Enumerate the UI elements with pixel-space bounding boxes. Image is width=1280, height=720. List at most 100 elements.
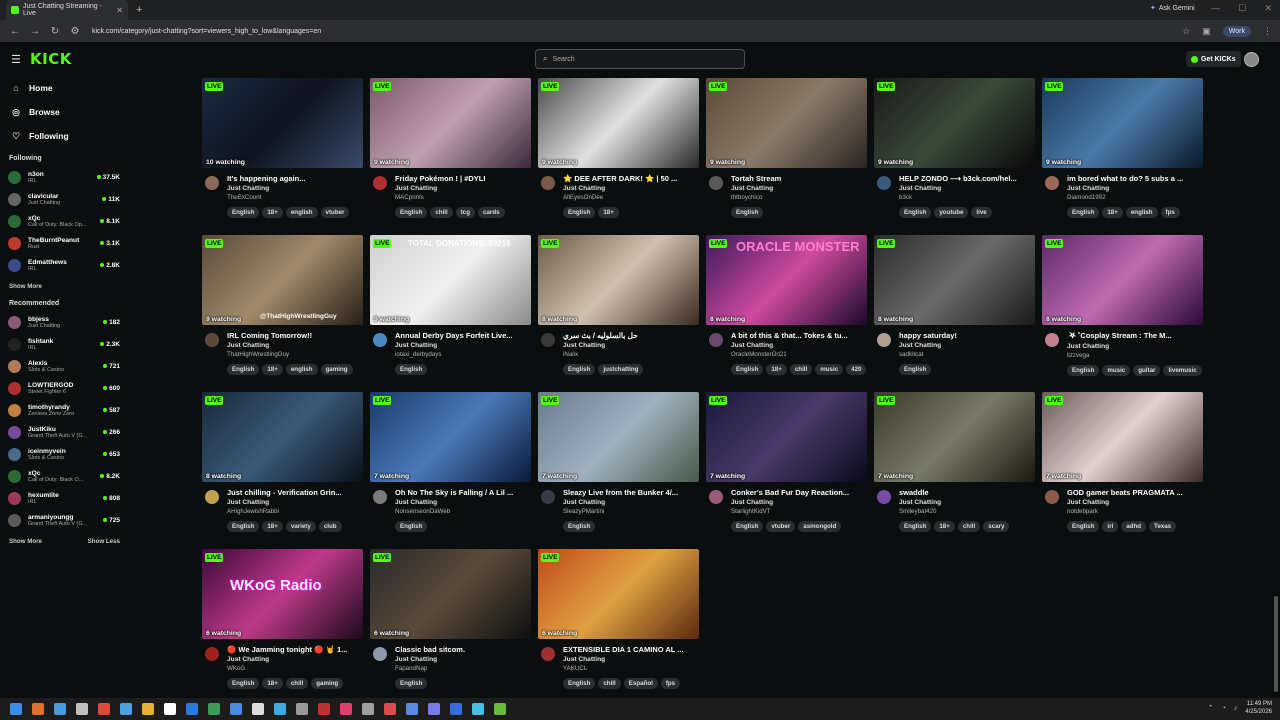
stream-category[interactable]: Just Chatting — [899, 185, 1035, 192]
streamer-avatar[interactable] — [205, 647, 219, 661]
tag-chip[interactable]: music — [1102, 365, 1131, 376]
taskbar-app-icon[interactable] — [98, 703, 110, 715]
stream-category[interactable]: Just Chatting — [395, 499, 531, 506]
tag-chip[interactable]: 18+ — [262, 207, 283, 218]
tag-chip[interactable]: english — [285, 364, 318, 375]
stream-title[interactable]: swaddle — [899, 488, 1035, 497]
stream-card[interactable]: LIVE 6 watching Classic bad sitcom. Just Ch… — [370, 549, 531, 689]
stream-category[interactable]: Just Chatting — [395, 185, 531, 192]
streamer-name[interactable]: StarlightKidVT — [731, 508, 867, 515]
channel-item[interactable]: xQc Call of Duty: Black Op... 8.1K — [0, 210, 126, 232]
stream-category[interactable]: Just Chatting — [395, 656, 531, 663]
tag-chip[interactable]: youtube — [934, 207, 969, 218]
channel-item[interactable]: armaniyoungg Grand Theft Auto V (G... 725 — [0, 509, 126, 531]
streamer-avatar[interactable] — [1045, 176, 1059, 190]
stream-title[interactable]: HELP ZONDO ⟶ b3ck.com/hel... — [899, 174, 1035, 183]
taskbar-app-icon[interactable] — [318, 703, 330, 715]
streamer-name[interactable]: AHighJewishRabbi — [227, 508, 363, 515]
tag-chip[interactable]: English — [227, 364, 260, 375]
tag-chip[interactable]: cards — [478, 207, 505, 218]
stream-card[interactable]: LIVE 9 watching Tortah Stream Just Chatting… — [706, 78, 867, 218]
streamer-avatar[interactable] — [373, 176, 387, 190]
reload-icon[interactable]: ↻ — [50, 26, 60, 37]
sidebar-item-browse[interactable]: ◎ Browse — [11, 100, 126, 124]
tag-chip[interactable]: guitar — [1133, 365, 1161, 376]
tag-chip[interactable]: English — [1067, 365, 1100, 376]
forward-icon[interactable]: → — [30, 26, 40, 37]
streamer-name[interactable]: iotaxi_derbydays — [395, 351, 531, 358]
streamer-avatar[interactable] — [205, 333, 219, 347]
stream-title[interactable]: Annual Derby Days Forfeit Live... — [395, 331, 531, 340]
tag-chip[interactable]: 18+ — [262, 678, 283, 689]
stream-title[interactable]: GOD gamer beats PRAGMATA ... — [1067, 488, 1203, 497]
stream-thumbnail[interactable]: LIVE 8 watching — [202, 392, 363, 482]
tag-chip[interactable]: club — [318, 521, 342, 532]
streamer-avatar[interactable] — [709, 333, 723, 347]
stream-card[interactable]: LIVE 8 watching حل بالسلوليه / بث سري Just … — [538, 235, 699, 375]
taskbar-app-icon[interactable] — [120, 703, 132, 715]
tag-chip[interactable]: chill — [789, 364, 813, 375]
tag-chip[interactable]: asmongold — [798, 521, 842, 532]
tag-chip[interactable]: English — [731, 207, 764, 218]
streamer-name[interactable]: FapandNap — [395, 665, 531, 672]
browser-tab[interactable]: Just Chatting Streaming - Live ✕ — [6, 0, 128, 20]
show-less-button[interactable]: Show Less — [88, 538, 120, 545]
tag-chip[interactable]: 18+ — [934, 521, 955, 532]
tag-chip[interactable]: 18+ — [598, 207, 619, 218]
stream-title[interactable]: Oh No The Sky is Falling / A Lil ... — [395, 488, 531, 497]
taskbar-app-icon[interactable] — [362, 703, 374, 715]
streamer-avatar[interactable] — [373, 490, 387, 504]
streamer-name[interactable]: SleazyPMartini — [563, 508, 699, 515]
tag-chip[interactable]: fps — [1160, 207, 1180, 218]
maximize-icon[interactable]: ☐ — [1238, 3, 1246, 14]
taskbar-app-icon[interactable] — [296, 703, 308, 715]
clock[interactable]: 11:49 PM 4/25/2026 — [1245, 700, 1272, 716]
tag-chip[interactable]: live — [971, 207, 992, 218]
streamer-name[interactable]: notdebpark — [1067, 508, 1203, 515]
stream-thumbnail[interactable]: LIVE 7 watching — [370, 392, 531, 482]
streamer-name[interactable]: iNalix — [563, 351, 699, 358]
streamer-avatar[interactable] — [709, 176, 723, 190]
streamer-avatar[interactable] — [1045, 490, 1059, 504]
streamer-avatar[interactable] — [709, 490, 723, 504]
stream-title[interactable]: It's happening again... — [227, 174, 363, 183]
stream-thumbnail[interactable]: LIVE 7 watching — [706, 392, 867, 482]
stream-card[interactable]: LIVE 9 watching Friday Pokémon ! | #DYLI Ju… — [370, 78, 531, 218]
streamer-name[interactable]: OracleMonsterGrl21 — [731, 351, 867, 358]
tag-chip[interactable]: 18+ — [262, 521, 283, 532]
stream-title[interactable]: ⭐ DEE AFTER DARK! ⭐ | 50 ... — [563, 174, 699, 183]
tag-chip[interactable]: English — [395, 207, 428, 218]
kick-logo[interactable]: KICK — [30, 50, 72, 68]
back-icon[interactable]: ← — [10, 26, 20, 37]
channel-item[interactable]: LOWTIERGOD Street Fighter 6 600 — [0, 377, 126, 399]
stream-thumbnail[interactable]: LIVE 7 watching — [874, 392, 1035, 482]
stream-thumbnail[interactable]: LIVE 9 watching — [874, 78, 1035, 168]
tag-chip[interactable]: English — [227, 207, 260, 218]
show-more-recommended-button[interactable]: Show More — [9, 538, 42, 545]
tag-chip[interactable]: chill — [957, 521, 981, 532]
hamburger-menu-icon[interactable]: ☰ — [11, 53, 21, 66]
streamer-name[interactable]: AllEyesOnDee — [563, 194, 699, 201]
tag-chip[interactable]: English — [227, 678, 260, 689]
tag-chip[interactable]: music — [815, 364, 844, 375]
tag-chip[interactable]: English — [1067, 521, 1100, 532]
tag-chip[interactable]: justchatting — [598, 364, 644, 375]
stream-card[interactable]: LIVE @ThatHighWrestlingGuy 9 watching IRL C… — [202, 235, 363, 375]
tag-chip[interactable]: English — [563, 207, 596, 218]
tag-chip[interactable]: English — [731, 364, 764, 375]
streamer-name[interactable]: sadkitcat — [899, 351, 1035, 358]
stream-category[interactable]: Just Chatting — [227, 185, 363, 192]
channel-item[interactable]: TheBurntPeanut Rust 3.1K — [0, 232, 126, 254]
stream-thumbnail[interactable]: LIVE 8 watching — [1042, 235, 1203, 325]
stream-card[interactable]: LIVE 9 watching HELP ZONDO ⟶ b3ck.com/hel.… — [874, 78, 1035, 218]
streamer-name[interactable]: lizzvega — [1067, 352, 1203, 359]
tag-chip[interactable]: English — [395, 521, 428, 532]
taskbar-app-icon[interactable] — [428, 703, 440, 715]
channel-item[interactable]: hexumlite IRL 808 — [0, 487, 126, 509]
tag-chip[interactable]: English — [899, 207, 932, 218]
user-avatar[interactable] — [1244, 52, 1259, 67]
tag-chip[interactable]: Español — [623, 678, 658, 689]
streamer-avatar[interactable] — [541, 490, 555, 504]
stream-card[interactable]: LIVE 9 watching im bored what to do? 5 sub… — [1042, 78, 1203, 218]
stream-category[interactable]: Just Chatting — [731, 499, 867, 506]
